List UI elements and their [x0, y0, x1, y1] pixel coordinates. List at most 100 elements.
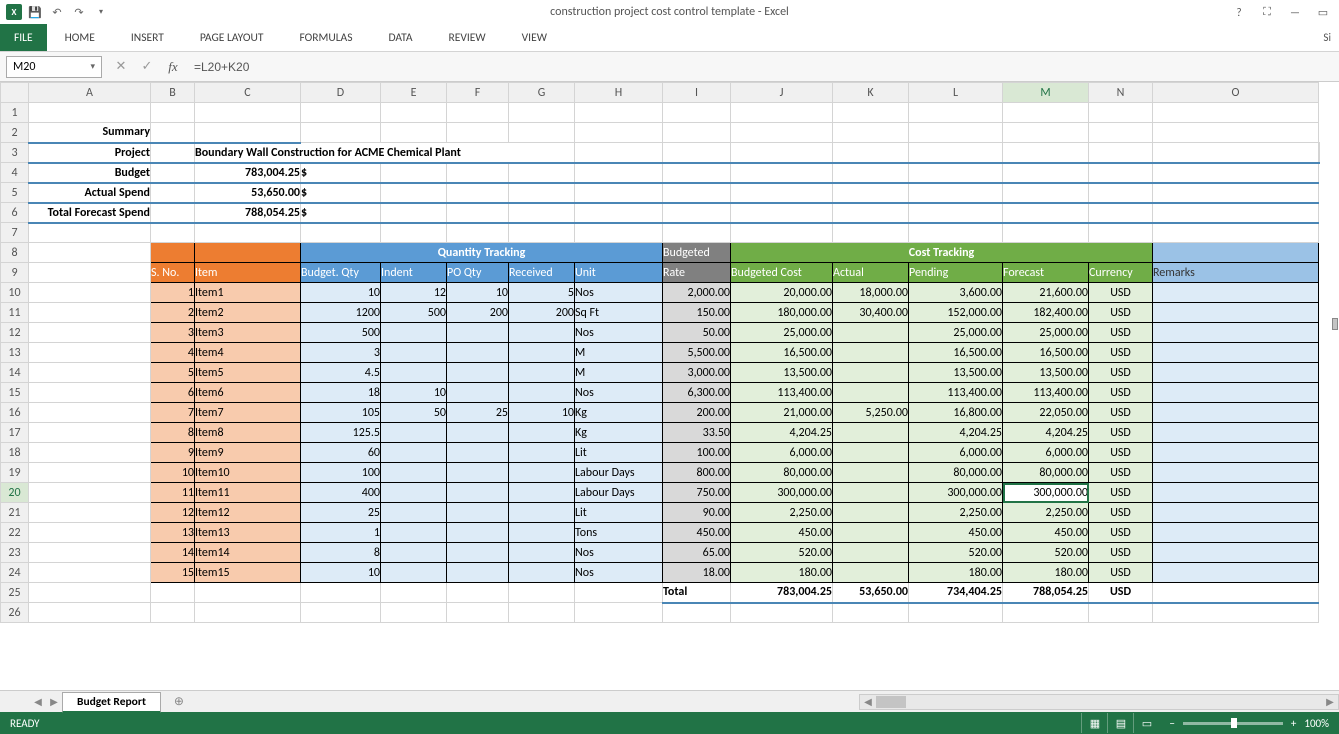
row-2[interactable]: 2: [1, 123, 29, 143]
cell-pending[interactable]: 4,204.25: [909, 423, 1003, 443]
cell[interactable]: [909, 123, 1003, 143]
cell[interactable]: [29, 583, 151, 603]
col-J[interactable]: J: [731, 83, 833, 103]
cell[interactable]: [1153, 123, 1319, 143]
cell-indent[interactable]: [381, 503, 447, 523]
hdr-remarks[interactable]: Remarks: [1153, 263, 1319, 283]
cell-unit[interactable]: Nos: [575, 563, 663, 583]
cell-forecast[interactable]: 16,500.00: [1003, 343, 1089, 363]
cell[interactable]: [1153, 103, 1319, 123]
cell-remarks[interactable]: [1153, 503, 1319, 523]
row-16[interactable]: 16: [1, 403, 29, 423]
col-F[interactable]: F: [447, 83, 509, 103]
hdr-budget-qty[interactable]: Budget. Qty: [301, 263, 381, 283]
cell-currency[interactable]: USD: [1089, 323, 1153, 343]
cell[interactable]: [301, 103, 381, 123]
cancel-formula-icon[interactable]: ✕: [108, 56, 134, 78]
cell[interactable]: [1003, 203, 1089, 223]
cell[interactable]: [1153, 163, 1319, 183]
cell-received[interactable]: [509, 463, 575, 483]
cell[interactable]: [575, 143, 663, 163]
hdr-rate[interactable]: Rate: [663, 263, 731, 283]
row-20[interactable]: 20: [1, 483, 29, 503]
row-3[interactable]: 3: [1, 143, 29, 163]
cell[interactable]: [29, 283, 151, 303]
cell-sno[interactable]: 3: [151, 323, 195, 343]
scroll-thumb[interactable]: [876, 696, 906, 708]
cell-indent[interactable]: [381, 563, 447, 583]
cell[interactable]: [381, 183, 447, 203]
minimize-icon[interactable]: —: [1285, 2, 1305, 22]
cell-received[interactable]: [509, 443, 575, 463]
cell-currency[interactable]: USD: [1089, 563, 1153, 583]
cell[interactable]: [151, 163, 195, 183]
hdr-actual[interactable]: Actual: [833, 263, 909, 283]
cell-budget-cost[interactable]: 4,204.25: [731, 423, 833, 443]
cell[interactable]: [29, 363, 151, 383]
cell[interactable]: [1089, 123, 1153, 143]
row-9[interactable]: 9: [1, 263, 29, 283]
cell-pending[interactable]: 3,600.00: [909, 283, 1003, 303]
cell[interactable]: [575, 103, 663, 123]
cell-indent[interactable]: [381, 523, 447, 543]
cell[interactable]: [381, 223, 447, 243]
cell[interactable]: [509, 123, 575, 143]
row-23[interactable]: 23: [1, 543, 29, 563]
cell-item[interactable]: Item15: [195, 563, 301, 583]
cell[interactable]: [731, 103, 833, 123]
cell[interactable]: [1003, 123, 1089, 143]
cell-indent[interactable]: [381, 443, 447, 463]
cell[interactable]: [909, 603, 1003, 623]
cell-item[interactable]: Item10: [195, 463, 301, 483]
cell[interactable]: [29, 383, 151, 403]
cell-forecast[interactable]: 450.00: [1003, 523, 1089, 543]
cell-remarks[interactable]: [1153, 343, 1319, 363]
cell[interactable]: [1153, 243, 1319, 263]
cell-unit[interactable]: Lit: [575, 503, 663, 523]
customize-qat-icon[interactable]: ▾: [92, 3, 110, 21]
cell-actual[interactable]: [833, 363, 909, 383]
cell[interactable]: [575, 583, 663, 603]
cell[interactable]: [1003, 103, 1089, 123]
cell[interactable]: [731, 143, 833, 163]
cell-sno[interactable]: 4: [151, 343, 195, 363]
cell-item[interactable]: Item6: [195, 383, 301, 403]
cell-indent[interactable]: 10: [381, 383, 447, 403]
col-O[interactable]: O: [1153, 83, 1319, 103]
cell-actual[interactable]: [833, 383, 909, 403]
cell-forecast[interactable]: 4,204.25: [1003, 423, 1089, 443]
cell-received[interactable]: [509, 323, 575, 343]
cell[interactable]: [151, 583, 195, 603]
cell-budget-cost[interactable]: 113,400.00: [731, 383, 833, 403]
cell[interactable]: [1153, 603, 1319, 623]
cell[interactable]: [29, 343, 151, 363]
summary-unit[interactable]: $: [301, 183, 381, 203]
cell-actual[interactable]: [833, 543, 909, 563]
cell[interactable]: [1153, 223, 1319, 243]
cell[interactable]: [1089, 143, 1153, 163]
name-box-dropdown-icon[interactable]: ▾: [90, 61, 95, 72]
cell-remarks[interactable]: [1153, 363, 1319, 383]
hdr-budget-cost[interactable]: Budgeted Cost: [731, 263, 833, 283]
row-17[interactable]: 17: [1, 423, 29, 443]
cell-unit[interactable]: Labour Days: [575, 463, 663, 483]
summary-label[interactable]: Total Forecast Spend: [29, 203, 151, 223]
cell[interactable]: [301, 603, 381, 623]
cell[interactable]: [909, 183, 1003, 203]
cell-po[interactable]: [447, 323, 509, 343]
cell-budget-qty[interactable]: 1: [301, 523, 381, 543]
cell-budget-cost[interactable]: 21,000.00: [731, 403, 833, 423]
total-currency[interactable]: USD: [1089, 583, 1153, 603]
cell[interactable]: [151, 183, 195, 203]
cell-rate[interactable]: 750.00: [663, 483, 731, 503]
cell-budget-qty[interactable]: 105: [301, 403, 381, 423]
view-layout-icon[interactable]: ▤: [1107, 713, 1133, 733]
cell[interactable]: [833, 183, 909, 203]
summary-unit[interactable]: $: [301, 163, 381, 183]
col-K[interactable]: K: [833, 83, 909, 103]
cell[interactable]: [29, 443, 151, 463]
cell-item[interactable]: Item8: [195, 423, 301, 443]
cell-received[interactable]: [509, 543, 575, 563]
cell-po[interactable]: 10: [447, 283, 509, 303]
cell[interactable]: [909, 103, 1003, 123]
